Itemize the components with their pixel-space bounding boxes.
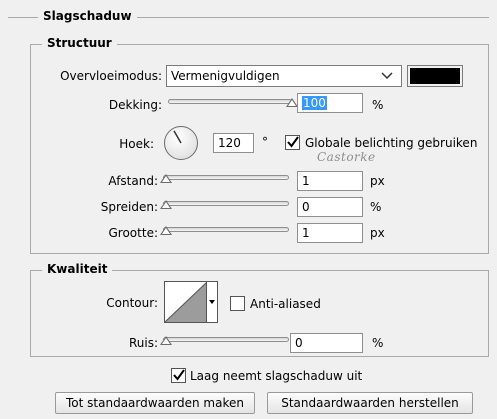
checkmark-icon [173,369,185,381]
spread-slider-thumb[interactable] [160,200,172,209]
noise-slider-track[interactable] [163,337,289,342]
size-slider-thumb[interactable] [160,226,172,235]
chevron-down-icon [381,66,393,92]
shadow-color-swatch[interactable] [407,65,463,87]
blend-mode-label: Overvloeimodus: [60,69,162,83]
opacity-input[interactable]: 100 [297,93,363,113]
blend-mode-value: Vermenigvuldigen [171,69,280,83]
opacity-slider-track[interactable] [168,99,292,104]
make-default-button[interactable]: Tot standaardwaarden maken [55,392,255,414]
noise-value: 0 [295,336,303,350]
reset-default-button[interactable]: Standaardwaarden herstellen [267,392,473,414]
global-light-label[interactable]: Globale belichting gebruiken [305,136,477,150]
size-input[interactable]: 1 [297,223,363,243]
section-title: Slagschaduw [38,9,137,24]
shadow-color-fill [410,68,460,84]
distance-input[interactable]: 1 [297,171,363,191]
angle-value: 120 [218,136,241,150]
spread-unit: % [370,200,382,214]
layer-knocks-out-label[interactable]: Laag neemt slagschaduw uit [190,369,362,383]
contour-dropdown-button[interactable] [206,281,218,323]
noise-input[interactable]: 0 [290,333,363,353]
noise-label: Ruis: [128,336,158,350]
opacity-label: Dekking: [108,98,162,112]
angle-dial[interactable] [164,126,198,160]
angle-label: Hoek: [119,137,154,151]
checkmark-icon [287,136,299,148]
distance-slider-track[interactable] [163,175,289,180]
distance-slider-thumb[interactable] [160,174,172,183]
opacity-unit: % [372,98,384,112]
size-slider-track[interactable] [163,227,289,232]
noise-unit: % [372,336,384,350]
spread-value: 0 [302,200,310,214]
anti-aliased-checkbox[interactable] [230,296,245,311]
angle-unit: ° [262,135,268,149]
contour-preview[interactable] [164,281,208,323]
contour-label: Contour: [106,296,158,310]
spread-label: Spreiden: [100,200,158,214]
caret-down-icon [209,300,215,304]
anti-aliased-label[interactable]: Anti-aliased [250,297,321,311]
distance-value: 1 [302,174,310,188]
global-light-checkbox[interactable] [285,135,300,150]
layer-knocks-out-checkbox[interactable] [171,368,186,383]
spread-input[interactable]: 0 [297,197,363,217]
contour-curve-icon [164,281,208,323]
layer-style-panel: Slagschaduw Structuur Overvloeimodus: Ve… [0,0,497,419]
size-label: Grootte: [108,226,159,240]
watermark-text: Castorke [317,150,376,164]
size-unit: px [370,226,385,240]
distance-label: Afstand: [108,174,158,188]
structure-title: Structuur [42,36,117,51]
noise-slider-thumb[interactable] [160,336,172,345]
quality-title: Kwaliteit [42,262,113,277]
spread-slider-track[interactable] [163,201,289,206]
distance-unit: px [370,174,385,188]
blend-mode-select[interactable]: Vermenigvuldigen [166,65,402,87]
opacity-value: 100 [302,96,327,110]
size-value: 1 [302,226,310,240]
angle-input[interactable]: 120 [213,133,254,153]
